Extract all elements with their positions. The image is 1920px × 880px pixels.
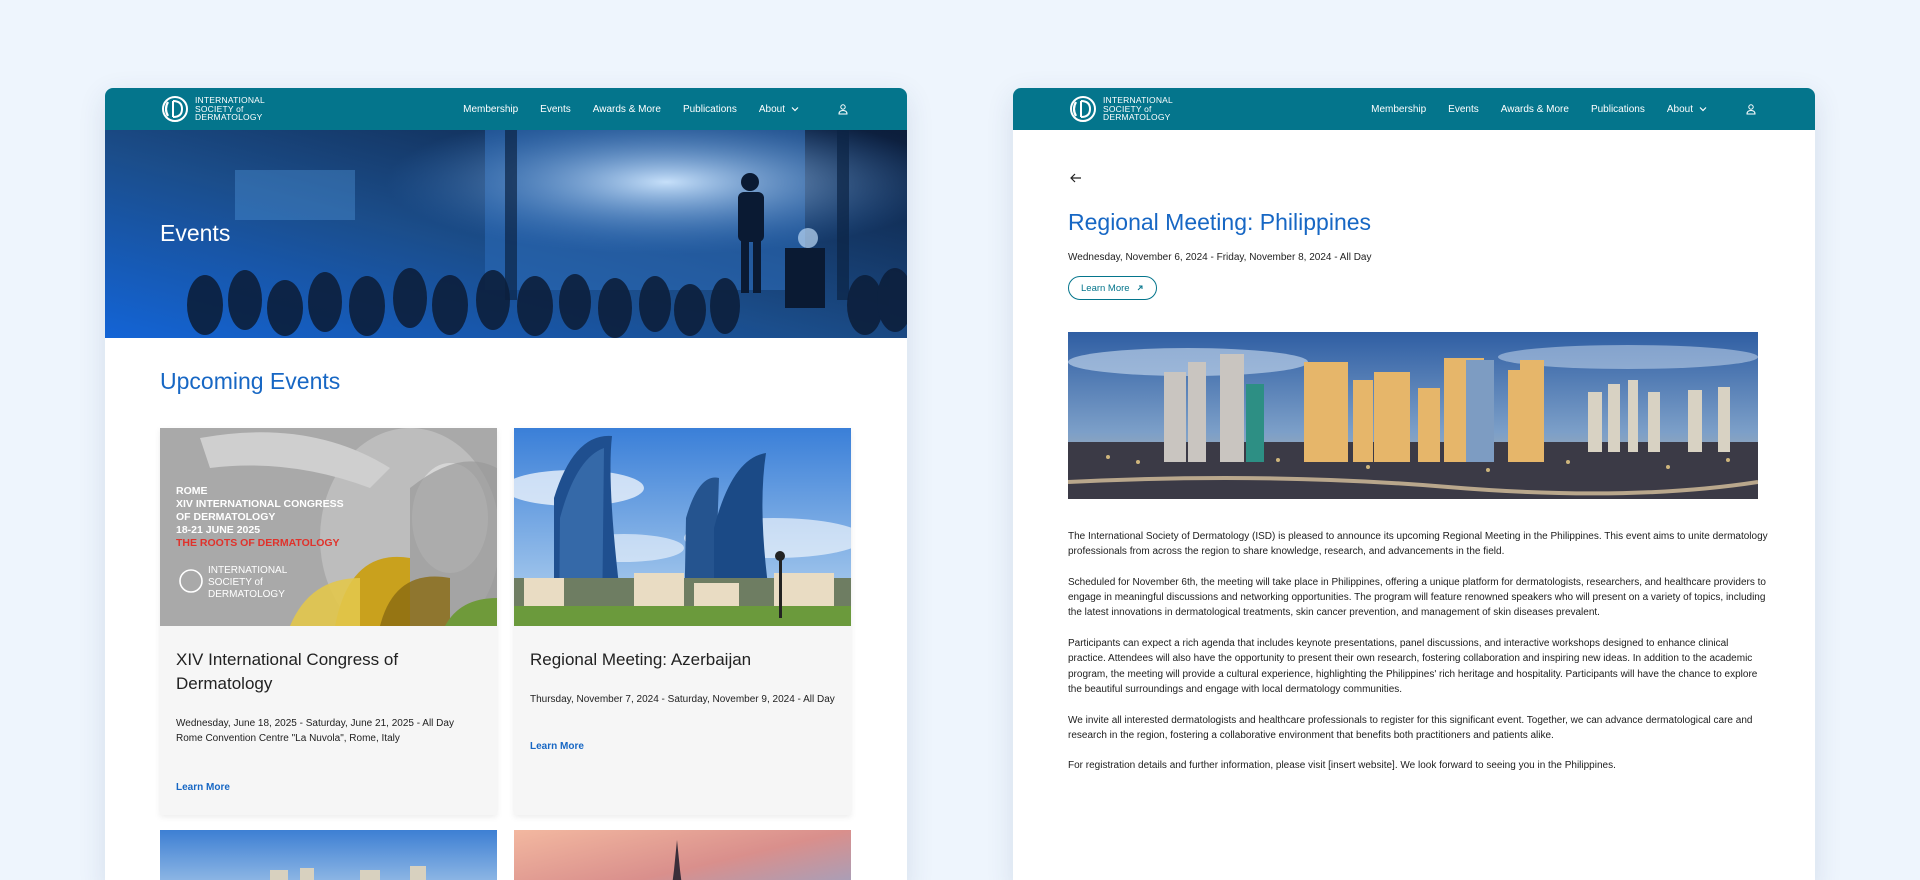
congress-poster-image: ROME XIV INTERNATIONAL CONGRESS OF DERMA… bbox=[160, 428, 497, 626]
logo-text: INTERNATIONAL SOCIETY of DERMATOLOGY bbox=[1103, 96, 1173, 122]
top-navigation-bar: INTERNATIONAL SOCIETY of DERMATOLOGY Mem… bbox=[105, 88, 907, 130]
external-link-icon bbox=[1137, 285, 1143, 291]
hero-title: Events bbox=[160, 220, 231, 246]
event-card-date: Thursday, November 7, 2024 - Saturday, N… bbox=[530, 694, 835, 705]
nav-item-awards[interactable]: Awards & More bbox=[593, 104, 661, 115]
isd-logo[interactable]: INTERNATIONAL SOCIETY of DERMATOLOGY bbox=[1068, 95, 1173, 123]
logo-text: INTERNATIONAL SOCIETY of DERMATOLOGY bbox=[195, 96, 265, 122]
learn-more-link[interactable]: Learn More bbox=[514, 741, 600, 752]
learn-more-link[interactable]: Learn More bbox=[160, 782, 246, 793]
chevron-down-icon bbox=[1699, 107, 1707, 112]
event-card-partial[interactable] bbox=[514, 830, 851, 880]
nav-item-membership[interactable]: Membership bbox=[1371, 104, 1426, 115]
logo-line: DERMATOLOGY bbox=[1103, 112, 1171, 123]
event-description: The International Society of Dermatology… bbox=[1068, 529, 1768, 789]
section-title-upcoming-events: Upcoming Events bbox=[160, 368, 341, 394]
chevron-down-icon bbox=[791, 107, 799, 112]
event-card-partial[interactable] bbox=[160, 830, 497, 880]
description-paragraph: Participants can expect a rich agenda th… bbox=[1068, 638, 1758, 695]
description-paragraph: We invite all interested dermatologists … bbox=[1068, 714, 1753, 741]
nav-item-publications[interactable]: Publications bbox=[1591, 104, 1645, 115]
nav-item-events[interactable]: Events bbox=[540, 104, 571, 115]
user-icon[interactable] bbox=[837, 103, 849, 115]
events-list-window: INTERNATIONAL SOCIETY of DERMATOLOGY Mem… bbox=[105, 88, 907, 880]
event-detail-date: Wednesday, November 6, 2024 - Friday, No… bbox=[1068, 252, 1372, 263]
description-paragraph: The International Society of Dermatology… bbox=[1068, 531, 1768, 558]
isd-logo-icon bbox=[1070, 96, 1096, 122]
learn-more-label: Learn More bbox=[1081, 282, 1130, 294]
manila-skyline-image bbox=[1068, 332, 1758, 499]
poster-logo-line: SOCIETY of bbox=[208, 577, 263, 588]
user-icon[interactable] bbox=[1745, 103, 1757, 115]
event-card-date: Wednesday, June 18, 2025 - Saturday, Jun… bbox=[176, 718, 454, 744]
poster-red-line: THE ROOTS OF DERMATOLOGY bbox=[176, 537, 340, 549]
description-paragraph: For registration details and further inf… bbox=[1068, 760, 1616, 772]
poster-logo-line: DERMATOLOGY bbox=[208, 589, 285, 600]
isd-logo-icon bbox=[162, 96, 188, 122]
top-navigation-bar: INTERNATIONAL SOCIETY of DERMATOLOGY Mem… bbox=[1013, 88, 1815, 130]
isd-logo[interactable]: INTERNATIONAL SOCIETY of DERMATOLOGY bbox=[160, 95, 265, 123]
nav-item-about[interactable]: About bbox=[1667, 104, 1707, 115]
poster-logo-line: INTERNATIONAL bbox=[208, 565, 288, 576]
description-paragraph: Scheduled for November 6th, the meeting … bbox=[1068, 576, 1766, 619]
learn-more-button[interactable]: Learn More bbox=[1068, 276, 1157, 300]
manila-skyline-illustration bbox=[1068, 332, 1758, 499]
nav-item-publications[interactable]: Publications bbox=[683, 104, 737, 115]
nav-menu: Membership Events Awards & More Publicat… bbox=[463, 88, 849, 130]
nav-item-about[interactable]: About bbox=[759, 104, 799, 115]
baku-flame-towers-image bbox=[514, 428, 851, 626]
event-detail-title: Regional Meeting: Philippines bbox=[1068, 209, 1372, 235]
poster-line: XIV INTERNATIONAL CONGRESS bbox=[176, 498, 344, 510]
event-card[interactable]: ROME XIV INTERNATIONAL CONGRESS OF DERMA… bbox=[160, 428, 497, 815]
event-card-title[interactable]: XIV International Congress of Dermatolog… bbox=[160, 648, 497, 696]
logo-line: DERMATOLOGY bbox=[195, 112, 263, 123]
poster-line: 18-21 JUNE 2025 bbox=[176, 524, 260, 536]
nav-item-about-label: About bbox=[1666, 103, 1693, 115]
event-card[interactable]: Regional Meeting: Azerbaijan Thursday, N… bbox=[514, 428, 851, 815]
nav-item-awards[interactable]: Awards & More bbox=[1501, 104, 1569, 115]
poster-line: ROME bbox=[176, 485, 208, 497]
city-skyline-image bbox=[160, 830, 497, 880]
back-arrow-icon[interactable] bbox=[1068, 170, 1084, 186]
event-detail-window: INTERNATIONAL SOCIETY of DERMATOLOGY Mem… bbox=[1013, 88, 1815, 880]
sunset-landmark-image bbox=[514, 830, 851, 880]
nav-item-membership[interactable]: Membership bbox=[463, 104, 518, 115]
nav-item-events[interactable]: Events bbox=[1448, 104, 1479, 115]
events-hero-banner: Events bbox=[105, 130, 907, 338]
event-card-title[interactable]: Regional Meeting: Azerbaijan bbox=[514, 648, 851, 672]
nav-menu: Membership Events Awards & More Publicat… bbox=[1371, 88, 1757, 130]
nav-item-about-label: About bbox=[758, 103, 785, 115]
poster-line: OF DERMATOLOGY bbox=[176, 511, 275, 523]
